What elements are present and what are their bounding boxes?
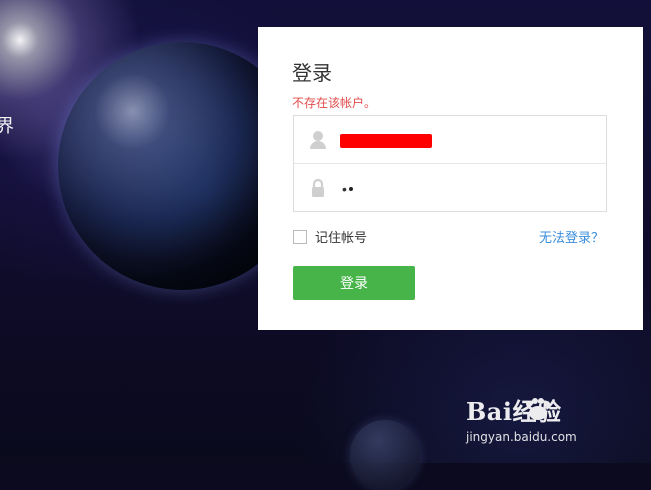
moon-image — [350, 420, 420, 490]
watermark-url: jingyan.baidu.com — [466, 430, 577, 444]
error-message: 不存在该帐户。 — [292, 96, 377, 110]
forgot-login-link[interactable]: 无法登录？ — [539, 227, 604, 246]
user-icon — [308, 129, 328, 151]
password-dot — [349, 187, 353, 191]
lock-icon — [308, 177, 328, 199]
password-input[interactable] — [340, 174, 596, 204]
baidu-watermark: Bai经验 jingyan.baidu.com — [466, 392, 616, 462]
redaction-mark — [340, 134, 432, 148]
baidu-paw-icon — [526, 398, 550, 420]
remember-checkbox[interactable] — [293, 229, 307, 244]
login-title: 登录 — [292, 61, 332, 85]
password-row — [294, 164, 606, 212]
login-card: 登录 不存在该帐户。 记住帐号 无法登录？ 登录 — [258, 27, 643, 330]
left-edge-text: 界 — [0, 116, 14, 137]
remember-account[interactable]: 记住帐号 — [293, 227, 367, 246]
username-row — [294, 116, 606, 164]
login-button[interactable]: 登录 — [293, 266, 415, 300]
credentials-box — [293, 115, 607, 212]
remember-label: 记住帐号 — [315, 231, 368, 246]
